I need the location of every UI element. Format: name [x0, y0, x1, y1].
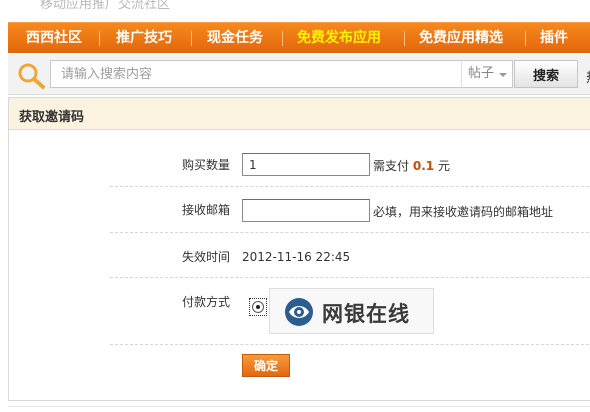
chevron-down-icon	[499, 73, 507, 77]
payment-hint-suffix: 元	[437, 159, 450, 173]
search-button[interactable]: 搜索	[514, 60, 578, 88]
nav-item-free-picks[interactable]: 免费应用精选	[419, 23, 503, 53]
site-caption: 移动应用推广交流社区	[40, 0, 171, 12]
nav-item-xixi-community[interactable]: 西西社区	[26, 23, 82, 53]
nav-separator	[404, 31, 405, 46]
nav-separator	[99, 31, 100, 46]
nav-item-cash-tasks[interactable]: 现金任务	[207, 23, 263, 53]
panel-title: 获取邀请码	[19, 110, 85, 125]
invite-code-panel: 获取邀请码 购买数量 需支付 0.1 元 接收邮箱 必填，用来接收邀请码的邮箱地…	[8, 97, 590, 401]
nav-item-plugins[interactable]: 插件	[540, 23, 568, 53]
expiry-value: 2012-11-16 22:45	[242, 250, 351, 264]
search-input[interactable]	[50, 60, 470, 88]
payment-method-label: 付款方式	[182, 295, 231, 309]
payment-hint: 需支付 0.1 元	[373, 157, 450, 174]
confirm-button[interactable]: 确定	[242, 354, 290, 377]
quantity-label: 购买数量	[182, 158, 231, 172]
nav-item-promo-tips[interactable]: 推广技巧	[116, 23, 172, 53]
quantity-input[interactable]	[242, 153, 370, 176]
expiry-label: 失效时间	[182, 250, 231, 264]
nav-item-free-publish[interactable]: 免费发布应用	[297, 23, 381, 53]
payment-amount: 0.1	[412, 159, 435, 173]
row-divider	[110, 232, 590, 233]
nav-separator	[191, 31, 192, 46]
row-divider	[110, 344, 590, 345]
row-divider	[110, 277, 590, 278]
row-divider	[110, 186, 590, 187]
email-field[interactable]	[242, 199, 370, 222]
payment-option-chinabank[interactable]: 网银在线	[269, 288, 434, 334]
nav-separator	[525, 31, 526, 46]
email-hint: 必填，用来接收邀请码的邮箱地址	[373, 205, 554, 219]
payment-hint-prefix: 需支付	[373, 159, 410, 173]
email-label: 接收邮箱	[182, 203, 231, 217]
search-bar: 帖子 搜索 热	[8, 55, 590, 95]
nav-separator	[282, 31, 283, 46]
panel-header: 获取邀请码	[9, 98, 590, 130]
radio-selected-icon	[252, 301, 264, 313]
main-nav: 西西社区 推广技巧 现金任务 免费发布应用 免费应用精选 插件	[8, 22, 590, 53]
footer-divider	[8, 406, 590, 407]
search-icon	[18, 63, 45, 89]
search-type-value: 帖子	[468, 66, 495, 81]
search-extra-link[interactable]: 热	[586, 67, 590, 86]
search-type-select[interactable]: 帖子	[461, 60, 513, 88]
payment-radio[interactable]	[249, 298, 267, 316]
chinabank-logo-icon	[285, 298, 313, 326]
payment-option-label: 网银在线	[322, 302, 410, 326]
